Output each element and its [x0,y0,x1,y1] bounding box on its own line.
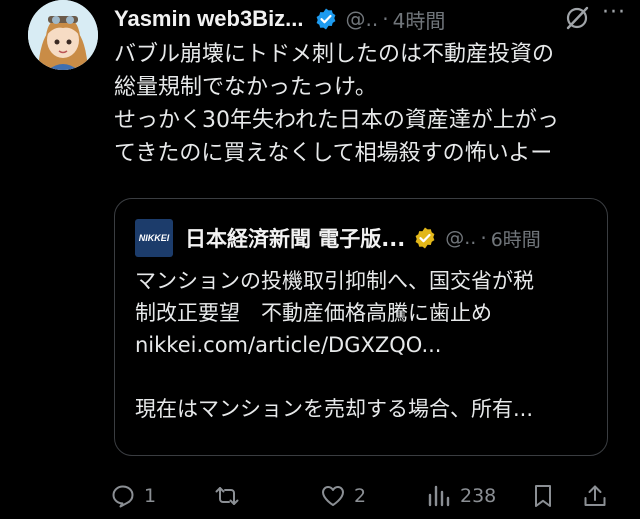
reply-icon [112,485,134,508]
nikkei-logo: NIKKEI [135,219,173,257]
share-button[interactable] [582,480,608,512]
quoted-author-name: 日本経済新聞 電子版... [185,227,406,251]
quoted-author-handle: @.. [445,227,477,249]
like-button[interactable]: 2 [320,480,366,512]
retweet-button[interactable] [214,480,248,512]
quoted-tweet-text: マンションの投機取引抑制へ、国交省が税 制改正要望 不動産価格高騰に歯止め ni… [135,265,601,425]
share-icon [584,485,606,506]
quoted-line: 制改正要望 不動産価格高騰に歯止め [135,301,492,325]
tweet-line: バブル崩壊にトドメ刺したのは不動産投資の [114,42,555,67]
more-icon[interactable]: ··· [602,0,626,25]
author-name[interactable]: Yasmin web3Biz... [114,6,304,32]
quoted-link[interactable]: nikkei.com/article/DGXZQO... [135,329,601,361]
view-count: 238 [460,485,497,507]
tweet-line: せっかく30年失われた日本の資産達が上がっ [114,108,559,133]
like-icon [322,486,344,506]
views-icon [428,485,450,507]
action-bar: 1 2 238 [110,480,630,512]
separator-dot: · [480,226,487,250]
author-handle[interactable]: @.. [346,7,379,31]
verified-badge-icon [314,7,338,31]
reply-button[interactable]: 1 [110,480,156,512]
quoted-tweet[interactable]: NIKKEI 日本経済新聞 電子版... @.. · 6時間 マンションの投機取… [114,198,608,456]
grok-icon[interactable] [564,5,590,31]
quoted-tweet-time: 6時間 [490,228,541,251]
tweet-text: バブル崩壊にトドメ刺したのは不動産投資の 総量規制でなかったっけ。 せっかく30… [114,38,634,170]
separator-dot: · [382,7,389,31]
tweet-header: Yasmin web3Biz... @.. · 4時間 [114,2,624,36]
avatar-illustration [28,0,98,70]
like-count: 2 [354,485,367,507]
verified-badge-icon [413,226,437,250]
quoted-line: マンションの投機取引抑制へ、国交省が税 [135,269,534,293]
quoted-line: 現在はマンションを売却する場合、所有... [135,397,534,421]
bookmark-button[interactable] [530,480,556,512]
quoted-tweet-header: NIKKEI 日本経済新聞 電子版... @.. · 6時間 [135,219,595,257]
reply-count: 1 [144,485,157,507]
avatar[interactable] [28,0,98,70]
tweet-time[interactable]: 4時間 [393,5,446,34]
bookmark-icon [535,485,551,507]
tweet-line: 総量規制でなかったっけ。 [114,75,377,100]
views-button[interactable]: 238 [426,480,496,512]
retweet-icon [215,487,239,505]
quoted-line-blank [135,361,601,393]
tweet-line: てきたのに買えなくして相場殺すの怖いよー [114,141,553,166]
